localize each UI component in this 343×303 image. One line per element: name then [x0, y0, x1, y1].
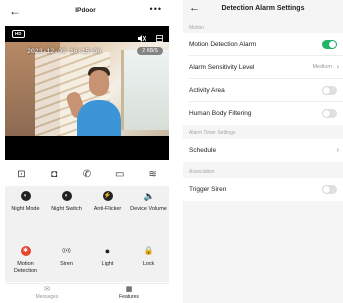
row-schedule[interactable]: Schedule ›: [183, 139, 343, 162]
feature-lock[interactable]: 🔒 Lock: [128, 246, 169, 268]
feature-device-volume[interactable]: 🔈 Device Volume: [128, 191, 169, 213]
row-label: Motion Detection Alarm: [189, 41, 257, 48]
association-group: Trigger Siren: [183, 178, 343, 201]
row-alarm-sensitivity-level[interactable]: Alarm Sensitivity Level Medium ›: [183, 56, 343, 79]
human-body-filtering-toggle[interactable]: [322, 109, 337, 118]
row-human-body-filtering[interactable]: Human Body Filtering: [183, 102, 343, 125]
tab-messages[interactable]: ✉ Messages: [17, 286, 77, 301]
device-title: IPdoor: [75, 7, 96, 14]
night-mode-icon: ◐: [20, 191, 31, 201]
lock-icon: 🔒: [143, 246, 154, 255]
screenshot-icon[interactable]: ⊡: [11, 169, 31, 180]
feature-label: Motion Detection: [13, 261, 38, 274]
tab-features[interactable]: ▦ Features: [99, 286, 159, 301]
siren-icon: ((•)): [62, 248, 71, 254]
detection-alarm-settings-screen: ← Detection Alarm Settings Motion Motion…: [183, 0, 343, 303]
hd-quality-badge[interactable]: HD: [12, 30, 25, 38]
feature-label: Night Mode: [11, 206, 40, 212]
live-controls-toolbar: ⊡ ◘ ✆ ▭ ≋: [5, 163, 169, 185]
call-icon[interactable]: ✆: [77, 169, 97, 180]
feature-anti-flicker[interactable]: ⚡ Anti-Flicker: [87, 191, 128, 213]
features-grid: ◐ Night Mode ◐ Night Switch ⚡ Anti-Flick…: [5, 186, 169, 282]
video-stream[interactable]: HD 2023-12-09 16:15:06 2 KB/S: [5, 26, 169, 160]
anti-flicker-icon: ⚡: [102, 191, 113, 201]
volume-icon: 🔈: [143, 191, 155, 201]
row-trigger-siren[interactable]: Trigger Siren: [183, 178, 343, 201]
motion-settings-group: Motion Detection Alarm Alarm Sensitivity…: [183, 33, 343, 125]
section-header-association: Association: [189, 169, 215, 175]
row-label: Alarm Sensitivity Level: [189, 64, 255, 71]
bottom-tab-bar: ✉ Messages ▦ Features: [5, 283, 169, 303]
row-label: Trigger Siren: [189, 186, 227, 193]
row-label: Human Body Filtering: [189, 110, 252, 117]
row-label: Schedule: [189, 147, 217, 154]
feature-label: Light: [101, 261, 114, 267]
tab-label: Features: [119, 294, 139, 300]
camera-icon[interactable]: ◘: [44, 169, 64, 180]
alarm-timer-group: Schedule ›: [183, 139, 343, 162]
bitrate-badge: 2 KB/S: [137, 47, 163, 55]
feature-label: Siren: [60, 261, 73, 267]
night-switch-icon: ◐: [61, 191, 72, 201]
more-options-icon[interactable]: •••: [150, 4, 162, 14]
feature-label: Night Switch: [51, 206, 82, 212]
feature-night-mode[interactable]: ◐ Night Mode: [5, 191, 46, 213]
messages-icon: ✉: [44, 286, 50, 293]
chevron-right-icon: ›: [336, 62, 339, 71]
feature-light[interactable]: ● Light: [87, 246, 128, 268]
tab-label: Messages: [35, 294, 59, 300]
row-activity-area[interactable]: Activity Area: [183, 79, 343, 102]
collapse-icon[interactable]: ≋: [143, 169, 163, 180]
row-label: Activity Area: [189, 87, 225, 94]
trigger-siren-toggle[interactable]: [322, 185, 337, 194]
feature-label: Lock: [142, 261, 155, 267]
settings-header: ← Detection Alarm Settings: [183, 0, 343, 18]
motion-detection-alarm-toggle[interactable]: [322, 40, 337, 49]
feature-siren[interactable]: ((•)) Siren: [46, 246, 87, 268]
video-top-bar: HD: [5, 26, 169, 42]
feature-label: Anti-Flicker: [93, 206, 122, 212]
camera-scene-image: [5, 42, 169, 136]
feature-night-switch[interactable]: ◐ Night Switch: [46, 191, 87, 213]
video-bottom-bar: [5, 136, 169, 160]
section-header-alarm-timer: Alarm Timer Settings: [189, 130, 236, 136]
light-icon: ●: [104, 246, 111, 256]
features-icon: ▦: [125, 286, 133, 293]
section-header-motion: Motion: [189, 25, 205, 31]
live-view-header: ← IPdoor •••: [2, 0, 169, 26]
feature-motion-detection[interactable]: ✱ Motion Detection: [5, 246, 46, 275]
chevron-right-icon: ›: [336, 145, 339, 154]
video-record-icon[interactable]: ▭: [110, 169, 130, 180]
activity-area-toggle[interactable]: [322, 86, 337, 95]
feature-label: Device Volume: [130, 206, 167, 212]
motion-detection-icon: ✱: [20, 246, 31, 256]
page-title: Detection Alarm Settings: [221, 5, 305, 12]
row-motion-detection-alarm[interactable]: Motion Detection Alarm: [183, 33, 343, 56]
live-view-screen: ← IPdoor ••• HD 2023-12-09 16:15:06 2 KB…: [2, 0, 169, 303]
sensitivity-value: Medium: [312, 64, 332, 70]
video-timestamp: 2023-12-09 16:15:06: [27, 48, 102, 55]
